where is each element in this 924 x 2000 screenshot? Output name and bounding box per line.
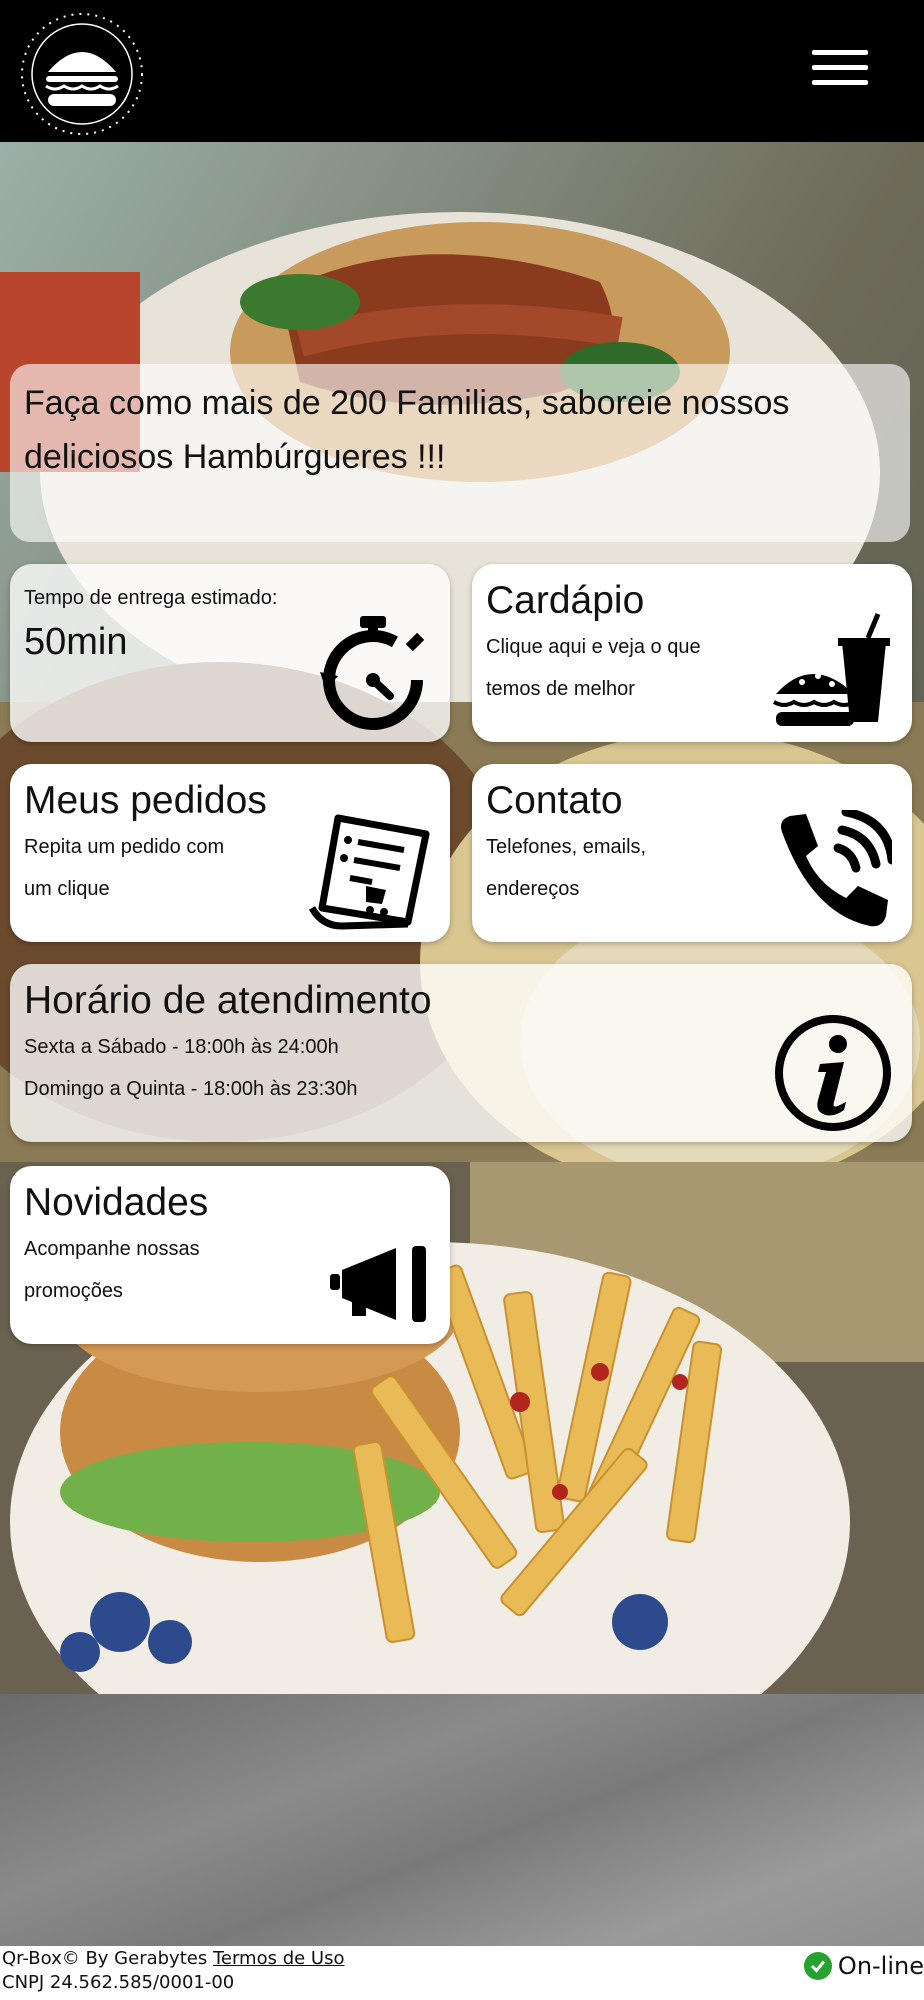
- check-icon: [803, 1952, 832, 1980]
- footer-credit: Qr-Box© By Gerabytes: [2, 1948, 208, 1969]
- hamburger-menu-icon[interactable]: [812, 50, 868, 92]
- contact-card[interactable]: Contato Telefones, emails, endereços: [472, 764, 912, 942]
- online-status: On-line: [803, 1952, 924, 1980]
- delivery-time-label: Tempo de entrega estimado:: [24, 587, 278, 609]
- banner-text: Faça como mais de 200 Familias, saboreie…: [24, 384, 790, 476]
- opening-hours-title: Horário de atendimento: [24, 979, 432, 1022]
- terms-link[interactable]: Termos de Uso: [213, 1948, 345, 1969]
- delivery-time-card: Tempo de entrega estimado: 50min: [10, 564, 450, 742]
- megaphone-icon: [328, 1244, 432, 1329]
- news-card[interactable]: Novidades Acompanhe nossas promoções: [10, 1166, 450, 1344]
- phone-icon: [772, 807, 897, 939]
- stopwatch-icon: [312, 612, 434, 739]
- top-bar: [0, 0, 924, 142]
- footer-credit-line: Qr-Box© By Gerabytes Termos de Uso: [2, 1948, 344, 1969]
- burger-drink-icon: [772, 612, 892, 739]
- my-orders-card[interactable]: Meus pedidos Repita um pedido com um cli…: [10, 764, 450, 942]
- opening-hours-line-2: Domingo a Quinta - 18:00h às 23:30h: [24, 1078, 358, 1100]
- info-icon: [772, 1012, 894, 1139]
- online-status-label: On-line: [837, 1952, 924, 1980]
- menu-card[interactable]: Cardápio Clique aqui e veja o que temos …: [472, 564, 912, 742]
- footer-cnpj: CNPJ 24.562.585/0001-00: [2, 1972, 235, 1993]
- opening-hours-card: Horário de atendimento Sexta a Sábado - …: [10, 964, 912, 1142]
- logo[interactable]: [18, 10, 146, 138]
- promo-banner: Faça como mais de 200 Familias, saboreie…: [10, 364, 910, 542]
- order-list-icon: [308, 812, 432, 939]
- footer: Qr-Box© By Gerabytes Termos de Uso CNPJ …: [0, 1946, 924, 2000]
- grey-background: [0, 1694, 924, 1946]
- opening-hours-line-1: Sexta a Sábado - 18:00h às 24:00h: [24, 1036, 339, 1058]
- news-title: Novidades: [24, 1181, 209, 1224]
